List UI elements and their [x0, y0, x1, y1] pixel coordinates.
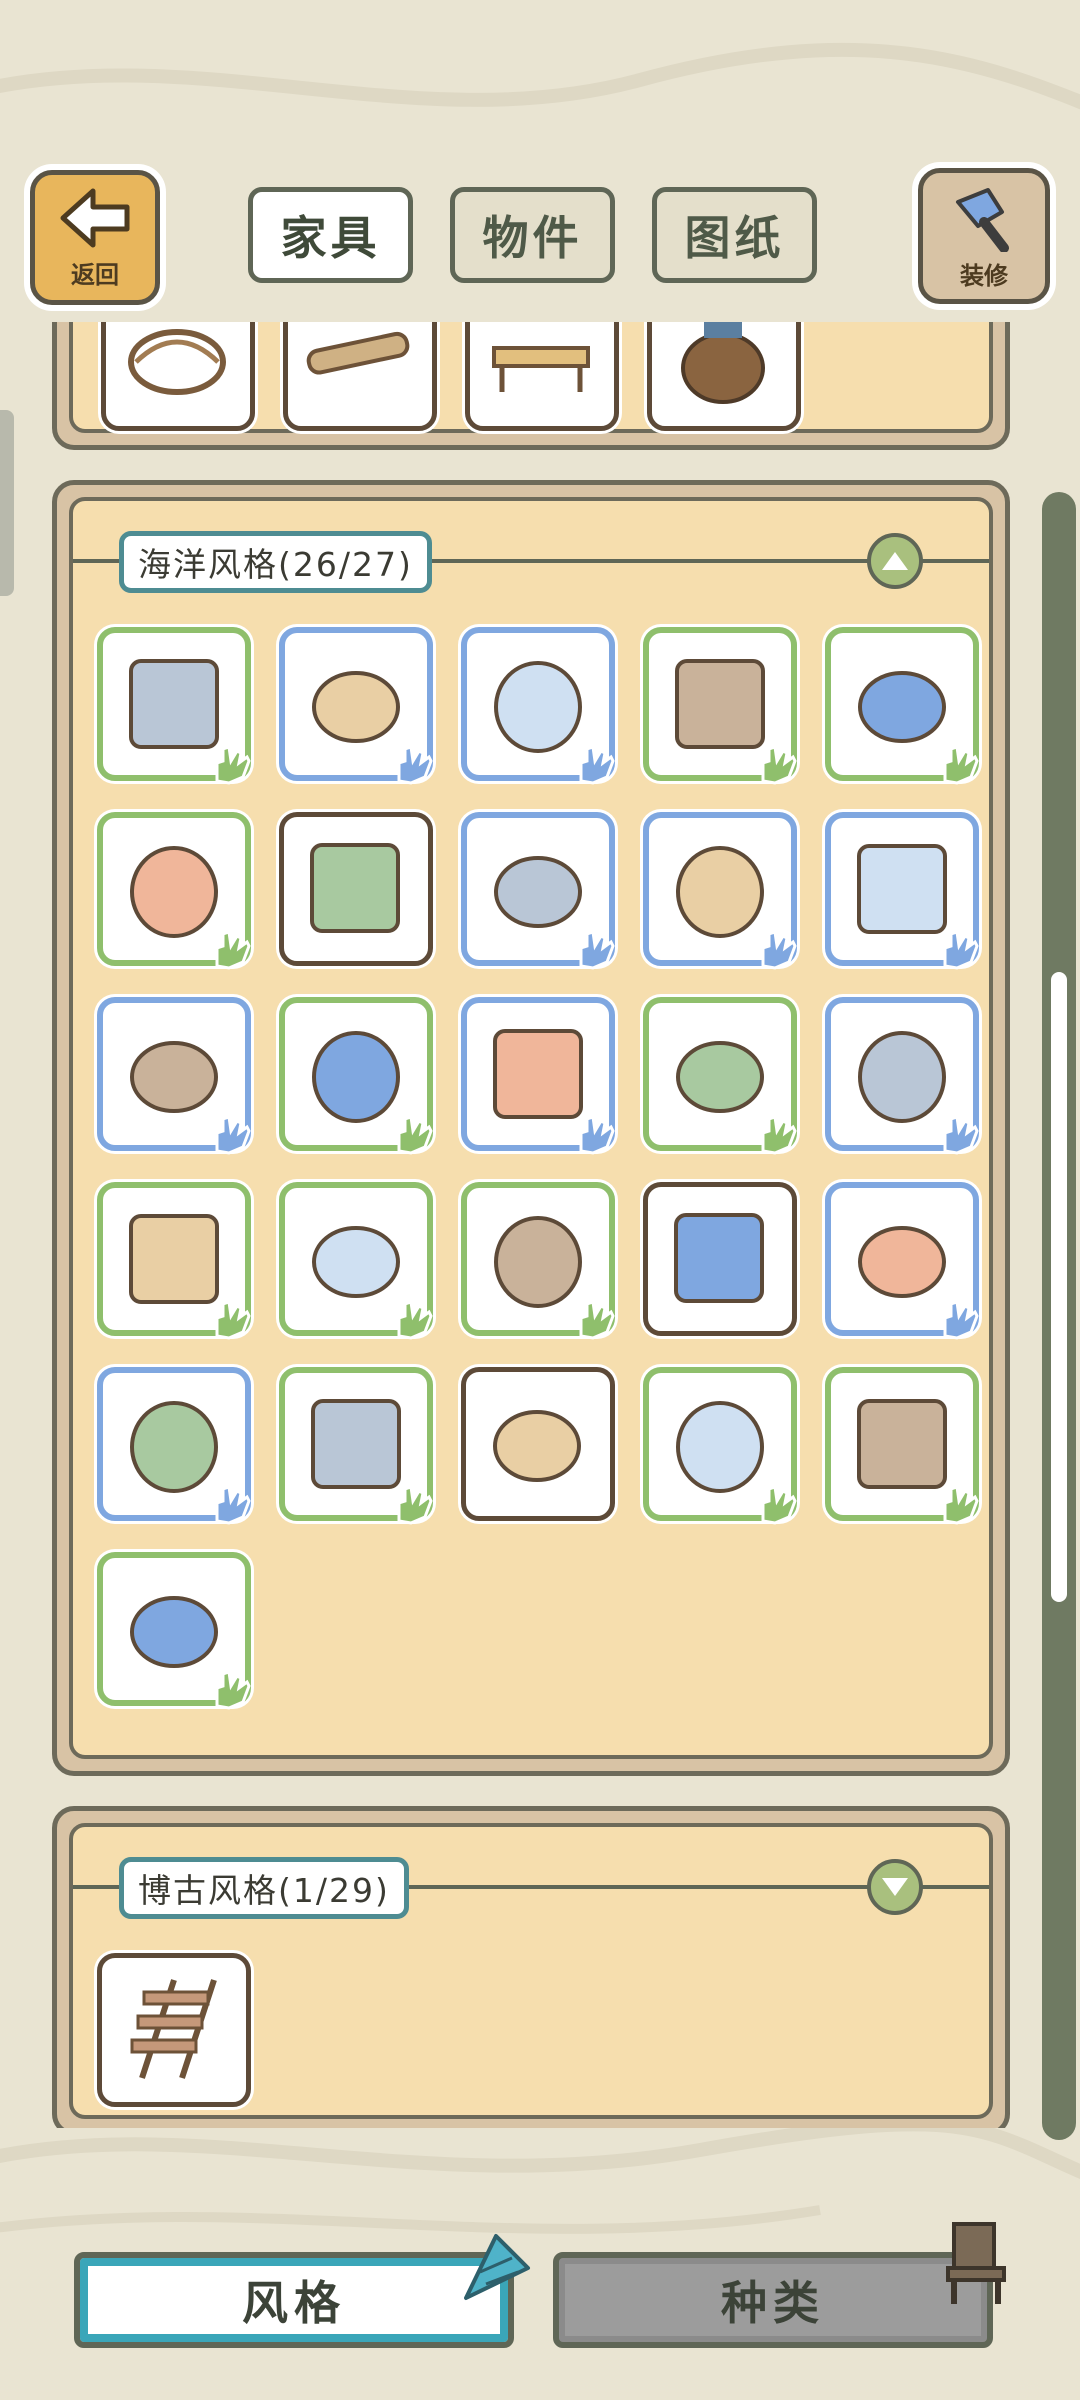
ocean-style-title[interactable]: 海洋风格(26/27): [119, 531, 432, 593]
collapse-button[interactable]: [867, 533, 923, 589]
chevron-up-icon: [882, 552, 908, 570]
hand-cursor-icon: [397, 1115, 433, 1155]
item-tile[interactable]: [461, 812, 615, 970]
tab-furniture[interactable]: 家具: [248, 187, 413, 283]
bench-icon: [492, 346, 590, 392]
item-tile[interactable]: [97, 1367, 251, 1525]
hand-cursor-icon: [215, 1670, 251, 1710]
tab-style[interactable]: 风格: [74, 2252, 514, 2348]
item-tile[interactable]: [97, 1953, 251, 2107]
item-tile[interactable]: [461, 1182, 615, 1340]
catalog-scroll-area[interactable]: 海洋风格(26/27) 博古风格(1/29): [0, 322, 1080, 2128]
back-arrow-icon: [60, 188, 130, 248]
hand-cursor-icon: [943, 1485, 979, 1525]
item-tile[interactable]: [825, 997, 979, 1155]
tab-blueprints[interactable]: 图纸: [652, 187, 817, 283]
brush-icon: [956, 187, 1009, 252]
item-tile[interactable]: [643, 812, 797, 970]
wooden-step-ladder-icon: [130, 1979, 217, 2079]
hand-cursor-icon: [215, 930, 251, 970]
treasure-map-icon: [310, 843, 400, 933]
hand-cursor-icon: [943, 930, 979, 970]
item-tile[interactable]: [279, 1182, 433, 1340]
item-tile[interactable]: [97, 812, 251, 970]
expand-button[interactable]: [867, 1859, 923, 1915]
item-tile[interactable]: [643, 627, 797, 785]
scrollbar-thumb[interactable]: [1051, 972, 1067, 1602]
item-tile[interactable]: [97, 997, 251, 1155]
item-tile[interactable]: [97, 627, 251, 785]
hand-cursor-icon: [943, 1300, 979, 1340]
antique-style-panel: 博古风格(1/29): [52, 1806, 1010, 2128]
item-tile[interactable]: [461, 627, 615, 785]
twig-nest-icon: [128, 329, 226, 395]
hand-cursor-icon: [215, 745, 251, 785]
hand-cursor-icon: [761, 1485, 797, 1525]
hand-cursor-icon: [579, 1115, 615, 1155]
driftwood-icon: [306, 331, 410, 375]
tab-objects[interactable]: 物件: [450, 187, 615, 283]
item-tile[interactable]: [97, 1182, 251, 1340]
item-tile[interactable]: [647, 322, 801, 431]
hand-cursor-icon: [761, 1115, 797, 1155]
hand-cursor-icon: [943, 745, 979, 785]
item-tile[interactable]: [465, 322, 619, 431]
item-tile[interactable]: [279, 812, 433, 966]
ocean-style-panel: 海洋风格(26/27): [52, 480, 1010, 1776]
tab-category[interactable]: 种类: [553, 2252, 993, 2348]
back-button[interactable]: 返回: [30, 170, 160, 305]
chair-icon: [946, 2222, 1006, 2304]
item-tile[interactable]: [825, 1367, 979, 1525]
clay-pot-icon: [681, 322, 765, 404]
top-bar: 返回 家具 物件 图纸 装修: [0, 0, 1080, 320]
item-tile[interactable]: [283, 322, 437, 431]
item-tile[interactable]: [461, 997, 615, 1155]
hand-cursor-icon: [761, 745, 797, 785]
item-tile[interactable]: [97, 1552, 251, 1710]
white-coral-icon: [493, 1410, 581, 1482]
hand-cursor-icon: [215, 1115, 251, 1155]
item-tile[interactable]: [643, 1182, 797, 1336]
item-tile[interactable]: [825, 1182, 979, 1340]
decorate-button[interactable]: 装修: [918, 168, 1050, 304]
previous-style-panel: [52, 322, 1010, 450]
item-tile[interactable]: [279, 627, 433, 785]
hand-cursor-icon: [397, 1300, 433, 1340]
hand-cursor-icon: [579, 1300, 615, 1340]
hand-cursor-icon: [215, 1300, 251, 1340]
scrollbar-track[interactable]: [1042, 492, 1076, 2140]
hand-cursor-icon: [397, 745, 433, 785]
rolled-towels-icon: [674, 1213, 764, 1303]
item-tile[interactable]: [643, 1367, 797, 1525]
antique-style-title[interactable]: 博古风格(1/29): [119, 1857, 409, 1919]
item-tile[interactable]: [825, 627, 979, 785]
item-tile[interactable]: [279, 997, 433, 1155]
back-label: 返回: [71, 261, 119, 289]
hand-cursor-icon: [215, 1485, 251, 1525]
item-tile[interactable]: [825, 812, 979, 970]
item-tile[interactable]: [643, 997, 797, 1155]
seashell-icon: [464, 2234, 530, 2300]
item-tile[interactable]: [279, 1367, 433, 1525]
hand-cursor-icon: [579, 745, 615, 785]
item-tile[interactable]: [101, 322, 255, 431]
chevron-down-icon: [882, 1878, 908, 1896]
hand-cursor-icon: [397, 1485, 433, 1525]
hand-cursor-icon: [761, 930, 797, 970]
item-tile[interactable]: [461, 1367, 615, 1521]
hand-cursor-icon: [579, 930, 615, 970]
hand-cursor-icon: [943, 1115, 979, 1155]
decorate-label: 装修: [960, 261, 1008, 290]
